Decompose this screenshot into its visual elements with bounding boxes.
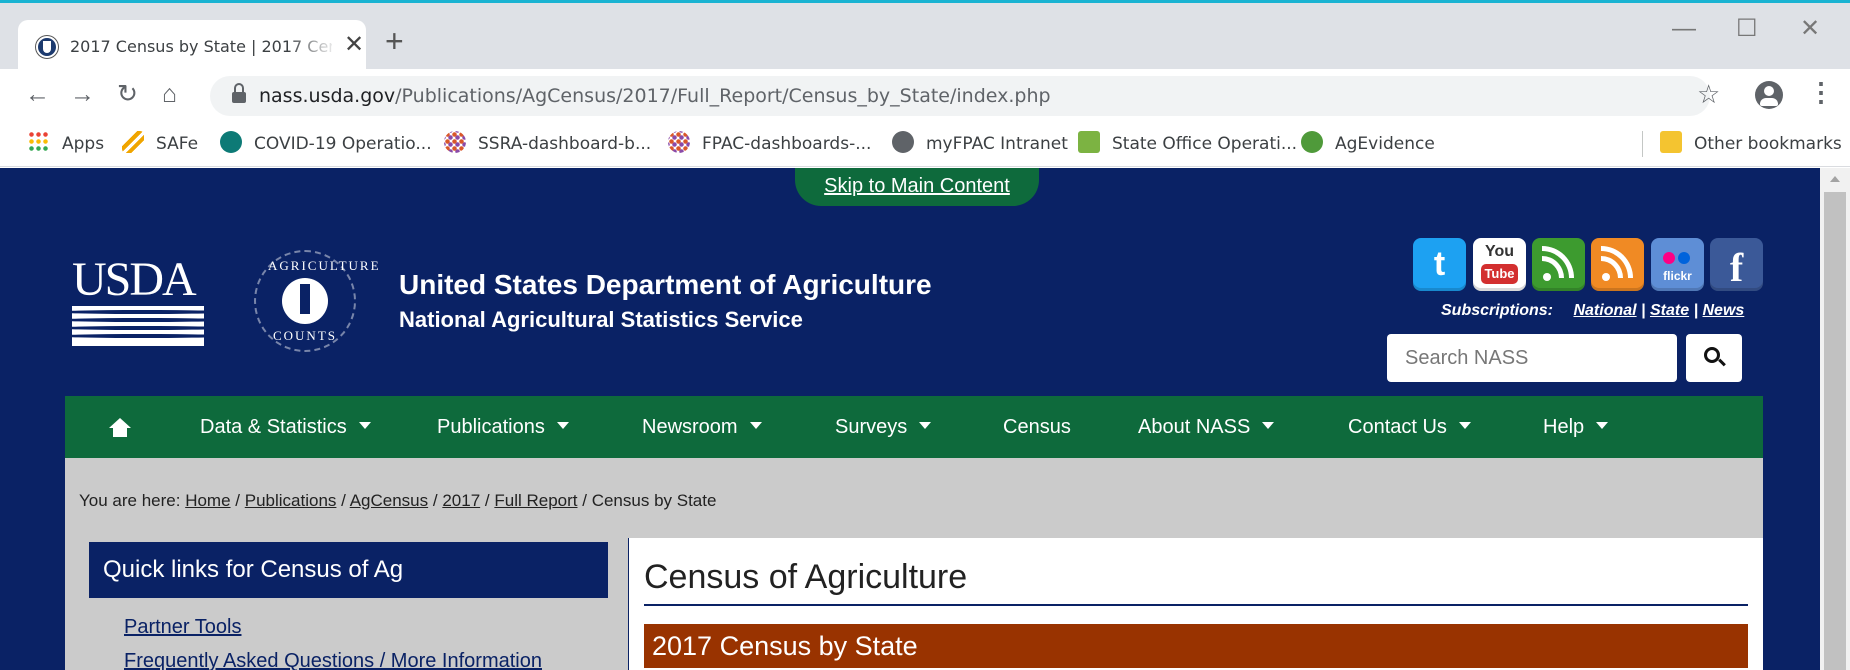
search-input[interactable] xyxy=(1387,334,1677,382)
subscription-national-link[interactable]: National xyxy=(1573,302,1636,319)
caret-down-icon xyxy=(358,422,371,430)
breadcrumb-current: Census by State xyxy=(591,491,717,510)
nav-data-statistics[interactable]: Data & Statistics xyxy=(200,396,371,458)
safe-icon xyxy=(122,131,144,153)
home-button[interactable]: ⌂ xyxy=(162,79,177,109)
nav-surveys[interactable]: Surveys xyxy=(835,396,932,458)
caret-down-icon xyxy=(1262,422,1275,430)
bookmarks-separator xyxy=(1642,131,1643,157)
browser-toolbar: ← → ↻ ⌂ nass.usda.gov/Publications/AgCen… xyxy=(0,69,1850,121)
apps-icon xyxy=(28,131,50,153)
caret-down-icon xyxy=(1596,422,1609,430)
bookmark-covid-operations[interactable]: COVID-19 Operatio... xyxy=(220,130,432,158)
agency-subtitle: National Agricultural Statistics Service xyxy=(399,307,803,332)
youtube-icon[interactable]: You Tube xyxy=(1473,238,1526,291)
breadcrumb-bar: You are here: Home / Publications / AgCe… xyxy=(65,458,1763,538)
feed-icon[interactable] xyxy=(1532,238,1585,291)
title-divider xyxy=(644,604,1748,606)
twitter-icon[interactable]: t xyxy=(1413,238,1466,291)
caret-down-icon xyxy=(556,422,569,430)
breadcrumb: You are here: Home / Publications / AgCe… xyxy=(79,491,717,510)
bookmark-star-icon[interactable]: ☆ xyxy=(1697,81,1720,107)
sidebar-link-partner-tools[interactable]: Partner Tools xyxy=(124,616,241,639)
agency-title: United States Department of Agriculture xyxy=(399,269,932,300)
bookmark-ssra-dashboard[interactable]: SSRA-dashboard-b... xyxy=(444,130,651,158)
nav-contact-us[interactable]: Contact Us xyxy=(1348,396,1471,458)
nav-census[interactable]: Census xyxy=(1003,396,1071,458)
nav-publications[interactable]: Publications xyxy=(437,396,569,458)
bookmark-agevidence[interactable]: AgEvidence xyxy=(1301,130,1435,158)
sidebar-heading: Quick links for Census of Ag xyxy=(89,542,608,598)
browser-menu-icon[interactable]: ⋮ xyxy=(1808,79,1834,105)
home-icon[interactable] xyxy=(109,418,131,438)
reload-button[interactable]: ↻ xyxy=(117,79,138,109)
back-button[interactable]: ← xyxy=(25,79,50,109)
dots-icon xyxy=(444,131,466,153)
url-text[interactable]: nass.usda.gov/Publications/AgCensus/2017… xyxy=(259,85,1051,107)
bookmark-state-office[interactable]: State Office Operati... xyxy=(1078,130,1297,158)
other-bookmarks[interactable]: Other bookmarks xyxy=(1660,130,1842,158)
breadcrumb-agcensus[interactable]: AgCensus xyxy=(350,491,428,510)
usda-field-graphic xyxy=(72,306,204,346)
caret-down-icon xyxy=(919,422,932,430)
breadcrumb-publications[interactable]: Publications xyxy=(245,491,337,510)
forward-button[interactable]: → xyxy=(70,79,95,109)
sidebar-link-faq[interactable]: Frequently Asked Questions / More Inform… xyxy=(124,650,542,670)
document-icon xyxy=(1078,131,1100,153)
bookmark-apps[interactable]: Apps xyxy=(28,130,104,158)
new-tab-button[interactable]: + xyxy=(385,25,404,57)
seal-bottom-text: COUNTS xyxy=(272,328,337,343)
page-scrollbar[interactable] xyxy=(1820,168,1850,670)
minimize-button[interactable]: — xyxy=(1672,17,1696,41)
scroll-thumb[interactable] xyxy=(1824,192,1846,670)
agevidence-icon xyxy=(1301,131,1323,153)
sidebar: Quick links for Census of Ag Partner Too… xyxy=(65,538,628,670)
page-title: Census of Agriculture xyxy=(644,558,968,596)
subscription-news-link[interactable]: News xyxy=(1703,302,1745,319)
sharepoint-icon xyxy=(220,131,242,153)
close-window-button[interactable]: ✕ xyxy=(1800,17,1820,41)
bookmarks-bar: Apps SAFe COVID-19 Operatio... SSRA-dash… xyxy=(0,121,1850,167)
subscriptions-label: Subscriptions: xyxy=(1441,302,1554,319)
flickr-icon[interactable]: flickr xyxy=(1651,238,1704,291)
usda-logo-text: USDA xyxy=(72,253,197,306)
caret-down-icon xyxy=(1458,422,1471,430)
breadcrumb-2017[interactable]: 2017 xyxy=(442,491,480,510)
browser-tab[interactable]: 2017 Census by State | 2017 Census of Ag… xyxy=(18,20,366,72)
tab-strip: 2017 Census by State | 2017 Census of Ag… xyxy=(0,3,1850,72)
nav-newsroom[interactable]: Newsroom xyxy=(642,396,762,458)
tab-close-icon[interactable]: ✕ xyxy=(344,32,364,58)
rss-icon[interactable] xyxy=(1591,238,1644,291)
profile-avatar-icon[interactable] xyxy=(1755,81,1783,109)
usda-favicon-icon xyxy=(36,36,58,58)
bookmark-myfpac-intranet[interactable]: myFPAC Intranet xyxy=(892,130,1068,158)
web-page: Skip to Main Content USDA AGRICULTURE CO… xyxy=(8,168,1820,670)
skip-to-main-link[interactable]: Skip to Main Content xyxy=(795,168,1039,206)
scroll-up-arrow-icon[interactable] xyxy=(1830,176,1840,182)
bookmark-fpac-dashboards[interactable]: FPAC-dashboards-... xyxy=(668,130,871,158)
subscription-state-link[interactable]: State xyxy=(1650,302,1689,319)
section-heading: 2017 Census by State xyxy=(644,624,1748,668)
agriculture-counts-seal: AGRICULTURE COUNTS xyxy=(254,250,381,352)
main-navigation: Data & Statistics Publications Newsroom … xyxy=(65,396,1763,458)
folder-icon xyxy=(1660,131,1682,153)
address-bar[interactable]: nass.usda.gov/Publications/AgCensus/2017… xyxy=(210,76,1710,116)
usda-logo[interactable]: USDA xyxy=(72,256,204,346)
caret-down-icon xyxy=(749,422,762,430)
search-button[interactable] xyxy=(1686,334,1742,382)
maximize-button[interactable]: ☐ xyxy=(1736,17,1758,41)
main-content: Census of Agriculture 2017 Census by Sta… xyxy=(629,538,1763,670)
nav-help[interactable]: Help xyxy=(1543,396,1609,458)
bookmark-safe[interactable]: SAFe xyxy=(122,130,198,158)
dots-icon xyxy=(668,131,690,153)
breadcrumb-home[interactable]: Home xyxy=(185,491,230,510)
subscriptions: Subscriptions: National | State | News xyxy=(1441,302,1745,319)
globe-icon xyxy=(892,131,914,153)
breadcrumb-full-report[interactable]: Full Report xyxy=(494,491,577,510)
seal-top-text: AGRICULTURE xyxy=(268,258,381,273)
facebook-icon[interactable]: f xyxy=(1710,238,1763,291)
browser-chrome: 2017 Census by State | 2017 Census of Ag… xyxy=(0,0,1850,168)
lock-icon[interactable] xyxy=(232,83,246,103)
nav-about-nass[interactable]: About NASS xyxy=(1138,396,1275,458)
